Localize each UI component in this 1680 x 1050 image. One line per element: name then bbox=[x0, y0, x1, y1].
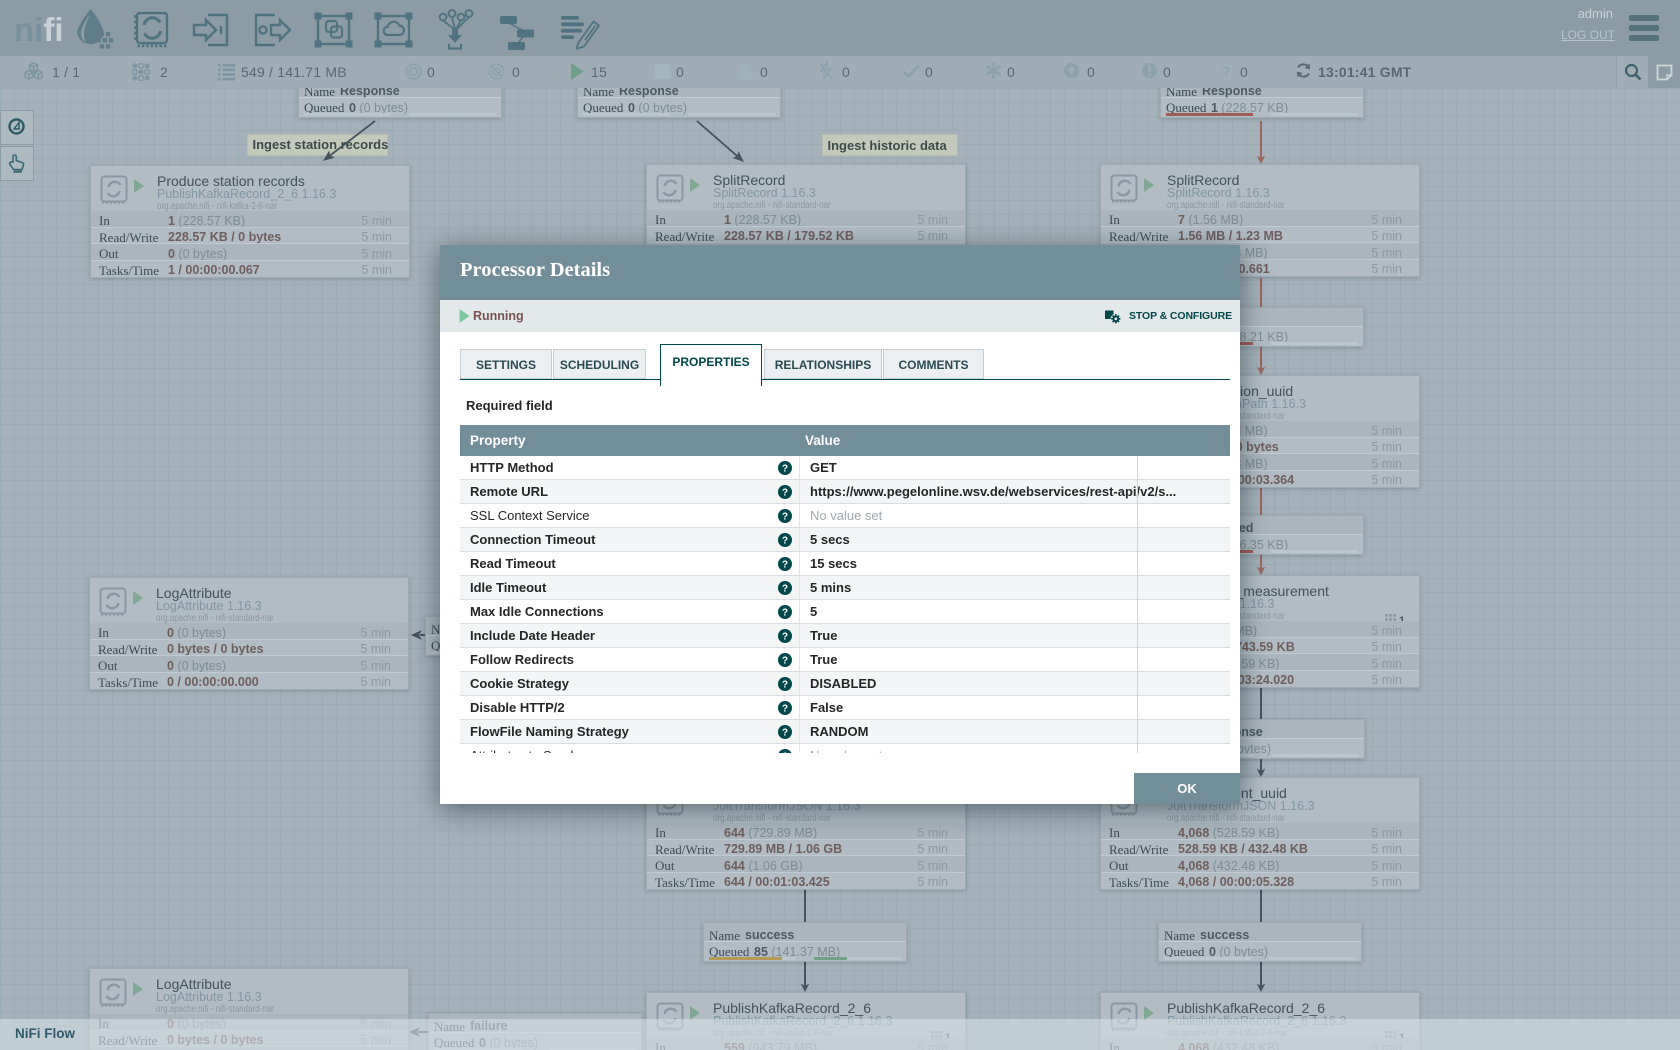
svg-text:?: ? bbox=[782, 536, 788, 547]
svg-text:?: ? bbox=[782, 704, 788, 715]
svg-text:?: ? bbox=[782, 488, 788, 499]
svg-text:?: ? bbox=[782, 608, 788, 619]
svg-text:?: ? bbox=[782, 464, 788, 475]
svg-text:?: ? bbox=[782, 512, 788, 523]
svg-text:?: ? bbox=[782, 584, 788, 595]
svg-text:?: ? bbox=[782, 656, 788, 667]
svg-text:?: ? bbox=[782, 752, 788, 754]
svg-text:?: ? bbox=[782, 560, 788, 571]
svg-text:?: ? bbox=[782, 680, 788, 691]
svg-text:?: ? bbox=[782, 728, 788, 739]
svg-text:?: ? bbox=[782, 632, 788, 643]
